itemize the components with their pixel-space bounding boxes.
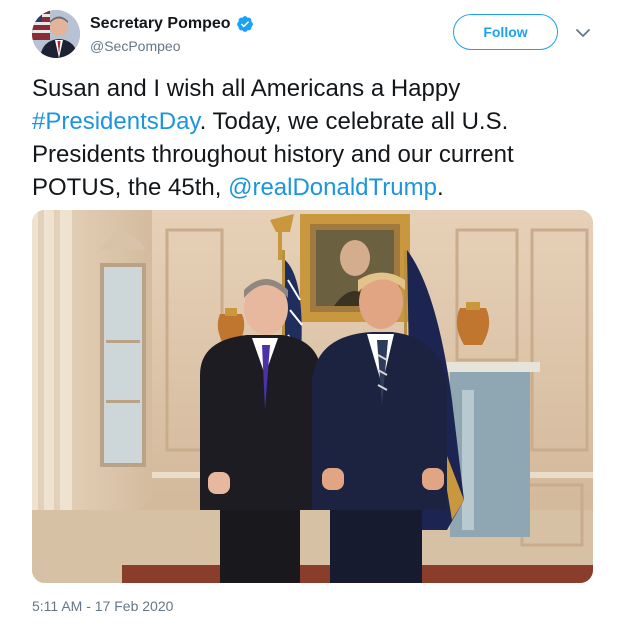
follow-button[interactable]: Follow bbox=[453, 14, 558, 50]
tweet-text-segment: Susan and I wish all Americans a Happy bbox=[32, 75, 461, 102]
mention-link[interactable]: @realDonaldTrump bbox=[228, 174, 437, 201]
tweet-photo[interactable] bbox=[32, 210, 593, 583]
author-handle[interactable]: @SecPompeo bbox=[90, 38, 180, 54]
tweet-timestamp[interactable]: 5:11 AM - 17 Feb 2020 bbox=[32, 598, 173, 614]
verified-badge-icon bbox=[236, 15, 254, 33]
hashtag-link[interactable]: #PresidentsDay bbox=[32, 108, 200, 135]
author-display-name[interactable]: Secretary Pompeo bbox=[90, 15, 231, 33]
tweet-text-segment: . bbox=[436, 174, 444, 201]
tweet-text: Susan and I wish all Americans a Happy #… bbox=[32, 72, 602, 204]
avatar-image bbox=[32, 10, 80, 58]
chevron-down-icon[interactable] bbox=[574, 24, 592, 42]
tweet-card: Secretary Pompeo @SecPompeo Follow Susan… bbox=[0, 0, 618, 626]
author-name-row[interactable]: Secretary Pompeo bbox=[90, 13, 254, 35]
author-avatar[interactable] bbox=[32, 10, 80, 58]
photo-image bbox=[32, 210, 593, 583]
